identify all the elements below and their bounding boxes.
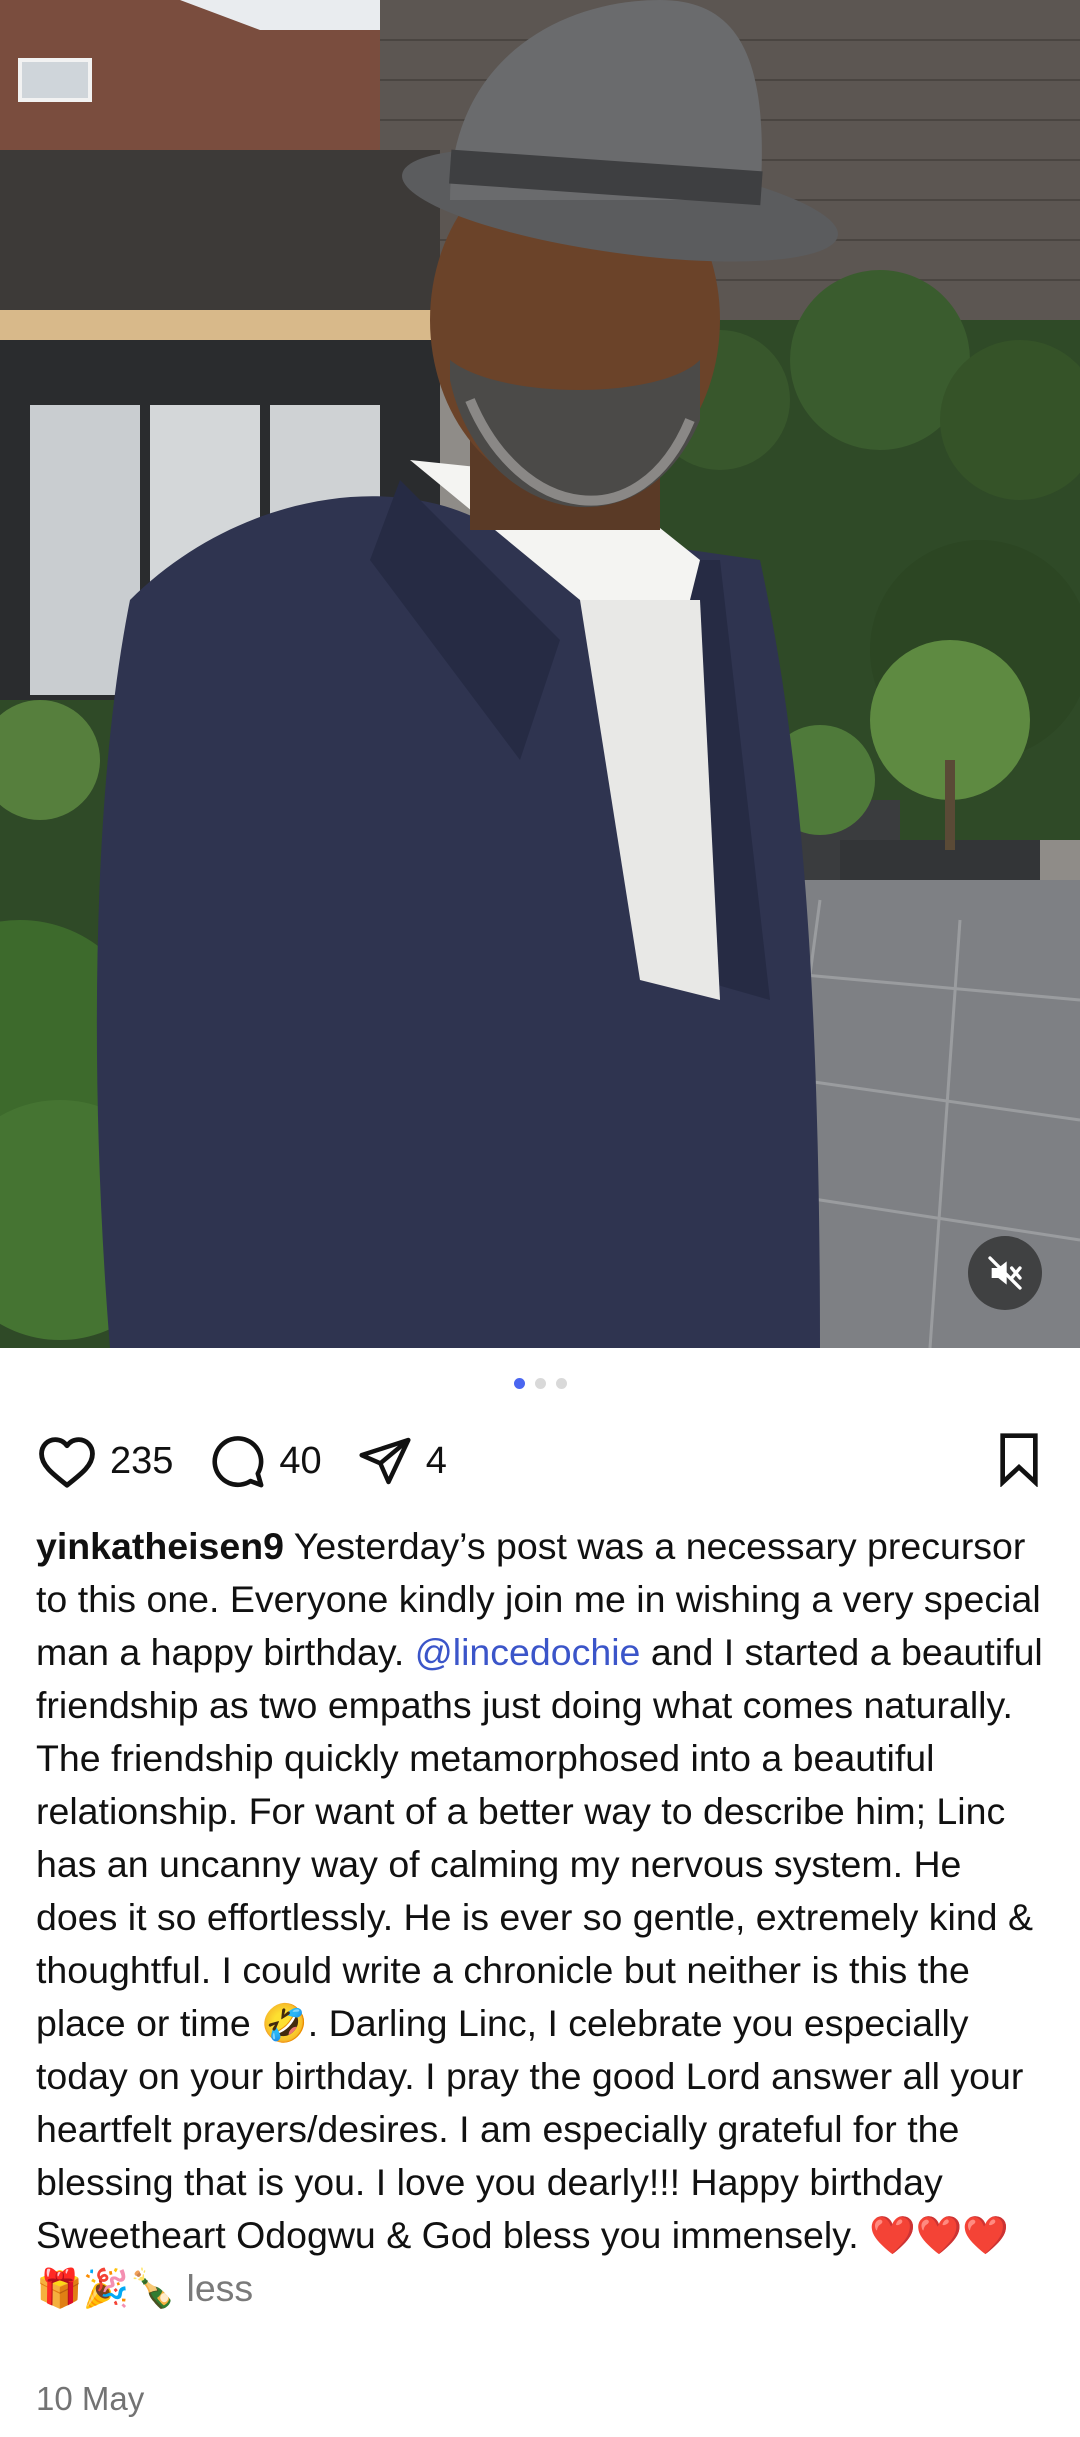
mute-button[interactable] xyxy=(968,1236,1042,1310)
comment-button[interactable]: 40 xyxy=(207,1432,322,1490)
share-button[interactable]: 4 xyxy=(356,1433,447,1489)
post-media[interactable] xyxy=(0,0,1080,1348)
caption-text-part2: and I started a beautiful friendship as … xyxy=(36,1631,1043,2309)
save-button[interactable] xyxy=(994,1431,1044,1492)
carousel-dot xyxy=(555,1378,567,1389)
comment-bubble-icon xyxy=(212,1436,264,1488)
comment-count: 40 xyxy=(279,1439,322,1482)
caption-mention-link[interactable]: @lincedochie xyxy=(415,1631,641,1673)
caption-less-toggle[interactable]: less xyxy=(187,2267,254,2309)
share-count: 4 xyxy=(425,1439,447,1482)
speaker-muted-icon xyxy=(988,1256,1022,1290)
post-caption: yinkatheisen9 Yesterday’s post was a nec… xyxy=(36,1520,1046,2315)
like-count: 235 xyxy=(110,1439,174,1482)
bookmark-icon xyxy=(1000,1432,1038,1488)
post-actions-bar: 235 40 4 xyxy=(36,1430,1044,1492)
paper-plane-icon xyxy=(359,1437,411,1485)
carousel-indicator xyxy=(0,1378,1080,1389)
heart-icon xyxy=(39,1437,95,1488)
caption-username[interactable]: yinkatheisen9 xyxy=(36,1525,284,1567)
carousel-dot xyxy=(534,1378,546,1389)
post-date: 10 May xyxy=(36,2380,145,2417)
photo-of-man-in-fedora xyxy=(0,0,1080,1348)
like-button[interactable]: 235 xyxy=(36,1433,173,1489)
carousel-dot-active xyxy=(513,1378,525,1389)
